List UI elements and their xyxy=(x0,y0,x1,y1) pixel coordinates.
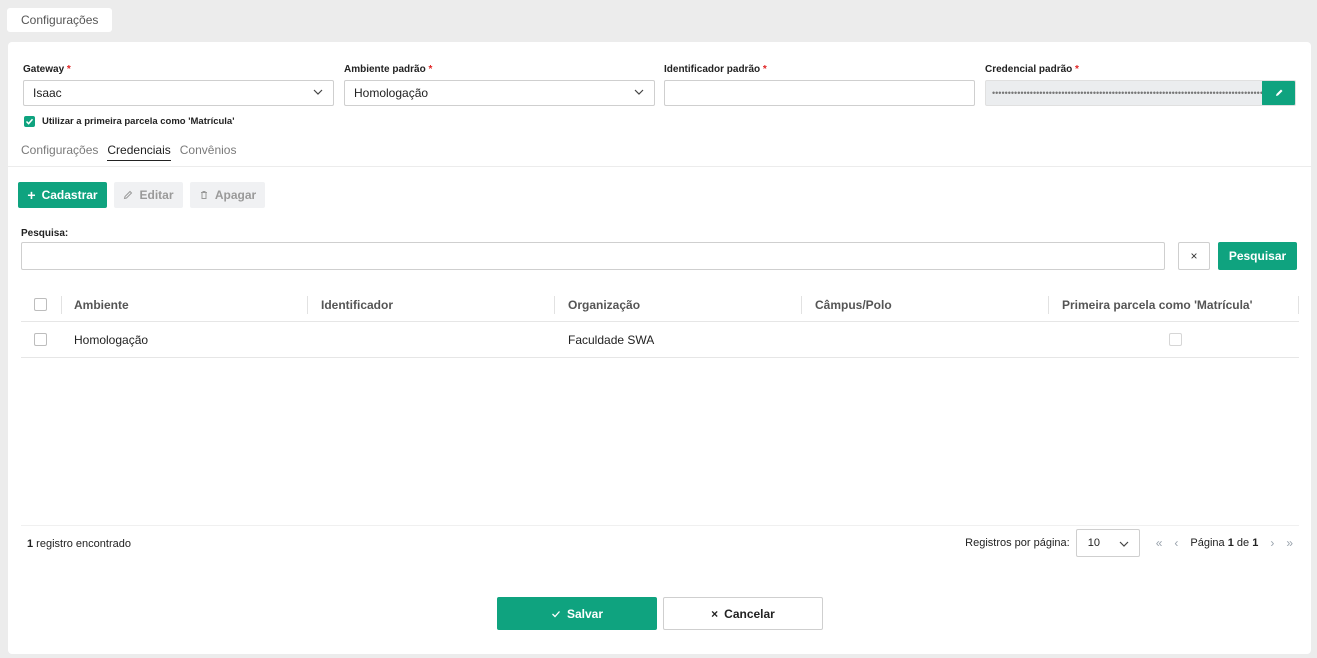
chevron-down-icon xyxy=(634,89,644,95)
tab-bar: Configurações Credenciais Convênios xyxy=(21,143,236,161)
cell-organizacao: Faculdade SWA xyxy=(568,332,655,347)
cancel-button-label: Cancelar xyxy=(724,606,775,621)
tab-configuracoes[interactable]: Configurações xyxy=(21,143,98,161)
add-button[interactable]: + Cadastrar xyxy=(18,182,107,208)
edit-button[interactable]: Editar xyxy=(114,182,183,208)
search-button[interactable]: Pesquisar xyxy=(1218,242,1297,270)
credencial-input[interactable]: ••••••••••••••••••••••••••••••••••••••••… xyxy=(985,80,1296,106)
save-button-label: Salvar xyxy=(566,606,604,621)
edit-button-label: Editar xyxy=(139,188,174,202)
per-page-label: Registros por página: xyxy=(965,537,1070,549)
save-button[interactable]: Salvar xyxy=(497,597,657,630)
delete-button[interactable]: Apagar xyxy=(190,182,265,208)
credencial-field: Credencial padrão * ••••••••••••••••••••… xyxy=(985,64,1296,106)
cancel-button[interactable]: × Cancelar xyxy=(663,597,823,630)
check-icon xyxy=(552,610,560,617)
pencil-icon xyxy=(1276,89,1283,96)
select-all-checkbox[interactable] xyxy=(34,298,47,311)
check-icon xyxy=(25,118,34,125)
ambiente-field: Ambiente padrão * Homologação xyxy=(344,64,655,106)
primeira-parcela-checkbox xyxy=(1169,333,1182,346)
column-primeira-parcela[interactable]: Primeira parcela como 'Matrícula' xyxy=(1062,288,1252,321)
ambiente-label: Ambiente padrão * xyxy=(344,64,433,75)
per-page-value: 10 xyxy=(1087,537,1100,549)
tab-credenciais[interactable]: Credenciais xyxy=(107,143,171,161)
ambiente-value: Homologação xyxy=(354,86,429,100)
cell-ambiente: Homologação xyxy=(74,332,149,347)
tab-convenios[interactable]: Convênios xyxy=(180,143,237,161)
first-page-icon[interactable]: « xyxy=(1156,536,1163,550)
credencial-edit-button[interactable] xyxy=(1262,81,1295,105)
prev-page-icon[interactable]: ‹ xyxy=(1174,536,1178,550)
identificador-label: Identificador padrão * xyxy=(664,64,767,75)
column-identificador[interactable]: Identificador xyxy=(321,288,393,321)
gateway-label: Gateway * xyxy=(23,64,71,75)
search-label: Pesquisa: xyxy=(21,228,69,239)
gateway-field: Gateway * Isaac xyxy=(23,64,334,106)
gateway-select[interactable]: Isaac xyxy=(23,80,334,106)
next-page-icon[interactable]: › xyxy=(1270,536,1274,550)
column-organizacao[interactable]: Organização xyxy=(568,288,640,321)
column-ambiente[interactable]: Ambiente xyxy=(74,288,129,321)
per-page-select[interactable]: 10 xyxy=(1075,529,1140,557)
identificador-input[interactable] xyxy=(664,80,975,106)
credencial-value: ••••••••••••••••••••••••••••••••••••••••… xyxy=(992,88,1270,98)
chevron-down-icon xyxy=(313,89,323,95)
column-campus-polo[interactable]: Câmpus/Polo xyxy=(815,288,892,321)
settings-panel: Gateway * Isaac Ambiente padrão * Homolo… xyxy=(8,42,1311,654)
grid-header: Ambiente Identificador Organização Câmpu… xyxy=(21,288,1299,322)
close-icon: × xyxy=(711,606,719,621)
credencial-label: Credencial padrão * xyxy=(985,64,1079,75)
footer-divider xyxy=(21,525,1299,526)
pagination: Registros por página: 10 « ‹ Página 1 de… xyxy=(965,529,1299,557)
tabs-divider xyxy=(8,166,1311,167)
matricula-checkbox[interactable] xyxy=(24,116,35,127)
search-input[interactable] xyxy=(21,242,1165,270)
matricula-checkbox-row[interactable]: Utilizar a primeira parcela como 'Matríc… xyxy=(24,116,234,127)
pencil-icon xyxy=(124,190,133,200)
gateway-value: Isaac xyxy=(33,86,62,100)
matricula-checkbox-label: Utilizar a primeira parcela como 'Matríc… xyxy=(42,116,235,127)
table-row[interactable]: Homologação Faculdade SWA xyxy=(21,322,1299,358)
tab-configuracoes-top[interactable]: Configurações xyxy=(7,8,113,32)
trash-icon xyxy=(200,191,207,199)
delete-button-label: Apagar xyxy=(214,188,257,202)
chevron-down-icon xyxy=(1119,541,1129,547)
row-checkbox[interactable] xyxy=(34,333,47,346)
record-count: 1 registro encontrado xyxy=(27,538,131,550)
page-indicator: Página 1 de 1 xyxy=(1190,537,1259,549)
add-button-label: Cadastrar xyxy=(41,188,98,202)
clear-search-button[interactable]: × xyxy=(1178,242,1210,270)
identificador-field: Identificador padrão * xyxy=(664,64,975,106)
plus-icon: + xyxy=(27,187,36,203)
ambiente-select[interactable]: Homologação xyxy=(344,80,655,106)
last-page-icon[interactable]: » xyxy=(1286,536,1293,550)
